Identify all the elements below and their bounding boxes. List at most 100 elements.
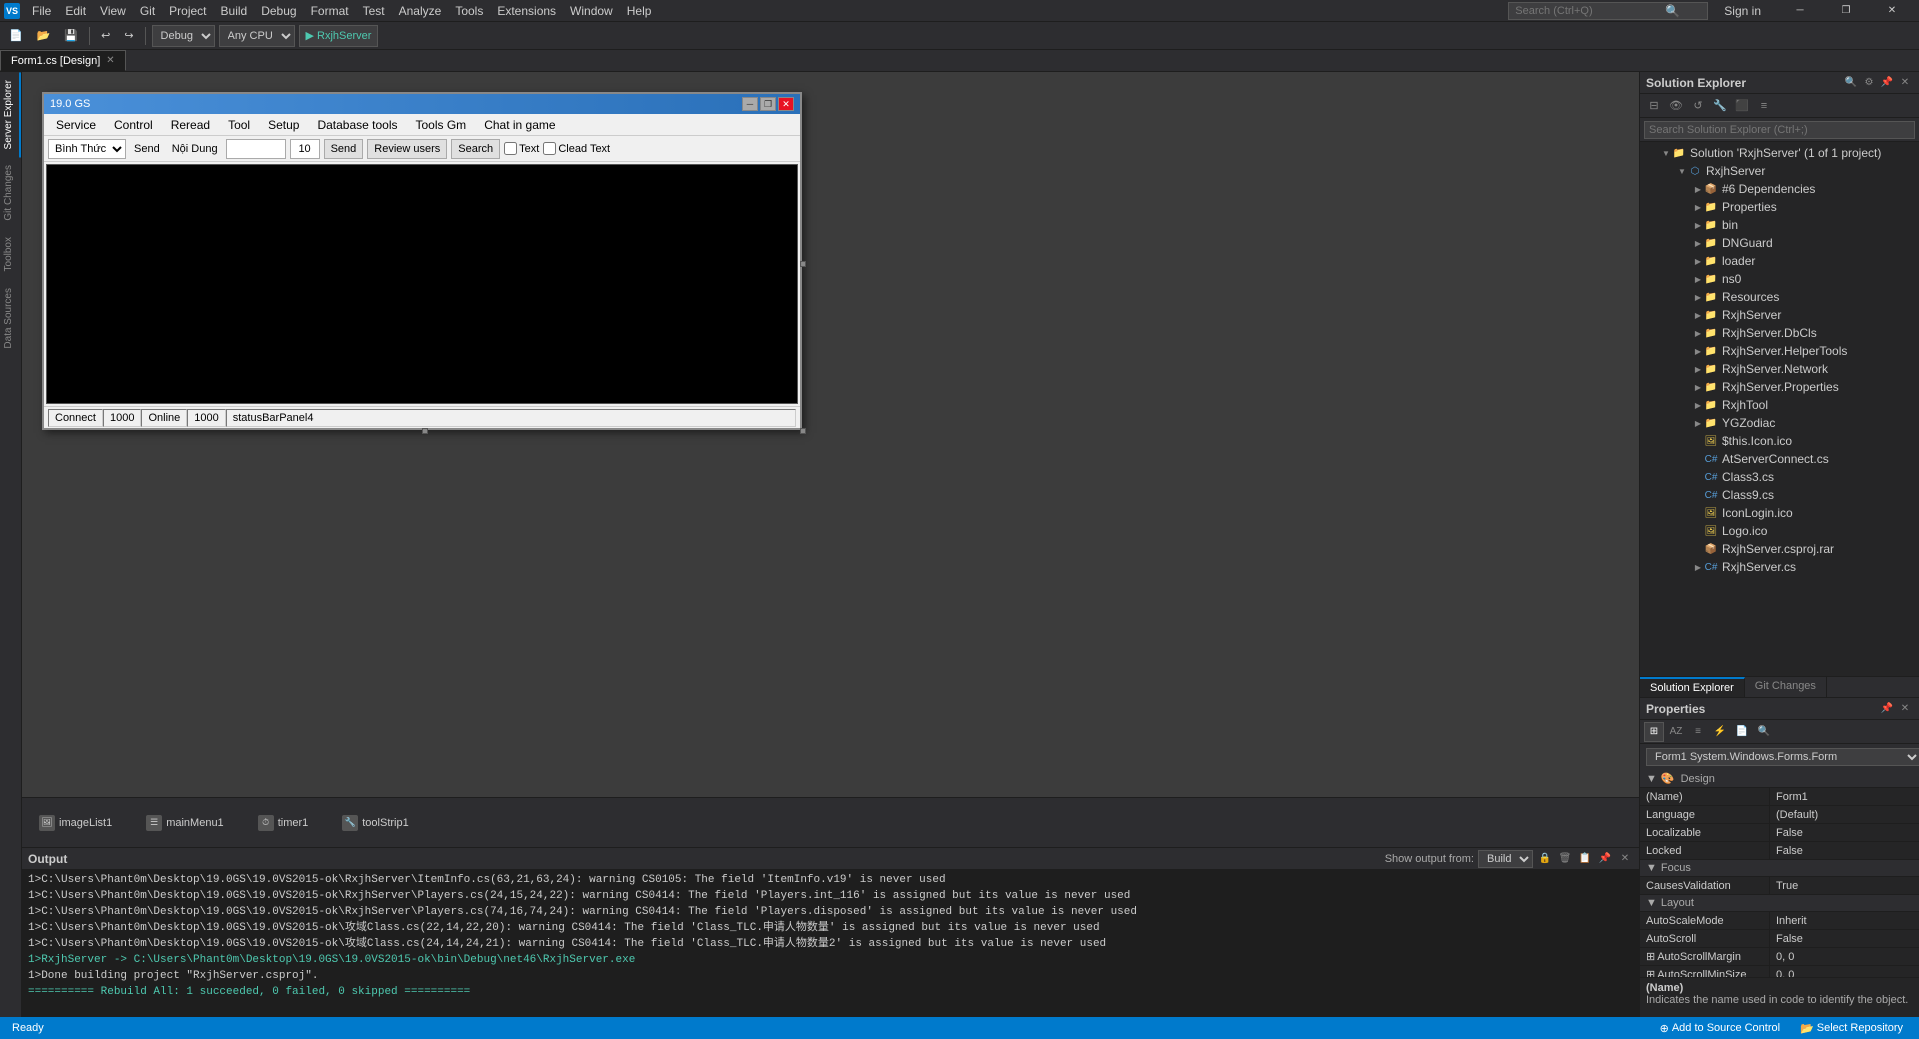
props-close-btn[interactable]: ✕ <box>1897 701 1913 717</box>
design-canvas[interactable]: 19.0 GS ─ ❐ ✕ Service Control Reread Too… <box>22 72 1639 797</box>
output-close-btn[interactable]: ✕ <box>1617 851 1633 867</box>
tree-item-class3[interactable]: C# Class3.cs <box>1640 468 1919 486</box>
tab-solution-explorer[interactable]: Solution Explorer <box>1640 677 1745 697</box>
tree-item-solution[interactable]: ▼ 📁 Solution 'RxjhServer' (1 of 1 projec… <box>1640 144 1919 162</box>
tree-item-bin[interactable]: ▶ 📁 bin <box>1640 216 1919 234</box>
form-menu-setup[interactable]: Setup <box>260 116 307 134</box>
sidebar-vtab-datasources[interactable]: Data Sources <box>0 280 21 357</box>
menu-test[interactable]: Test <box>357 2 391 20</box>
sol-refresh-btn[interactable]: ↺ <box>1688 96 1708 116</box>
prop-section-focus[interactable]: ▼ Focus <box>1640 860 1919 877</box>
output-scroll-lock-btn[interactable]: 🔒 <box>1537 851 1553 867</box>
prop-row-causesvalidation[interactable]: CausesValidation True <box>1640 877 1919 895</box>
tree-item-rxjhserver-folder[interactable]: ▶ 📁 RxjhServer <box>1640 306 1919 324</box>
global-search-input[interactable] <box>1515 5 1665 17</box>
sidebar-vtab-server-explorer[interactable]: Server Explorer <box>0 72 21 157</box>
sign-in-area[interactable]: Sign in <box>1718 4 1767 18</box>
minimize-button[interactable]: ─ <box>1777 0 1823 22</box>
form-minimize-btn[interactable]: ─ <box>742 97 758 111</box>
close-button[interactable]: ✕ <box>1869 0 1915 22</box>
tree-item-dependencies[interactable]: ▶ 📦 #6 Dependencies <box>1640 180 1919 198</box>
run-button[interactable]: ▶ RxjhServer <box>299 25 379 47</box>
text-checkbox[interactable] <box>504 142 517 155</box>
prop-row-autoscrollminsize[interactable]: ⊞ AutoScrollMinSize 0, 0 <box>1640 966 1919 977</box>
sidebar-vtab-toolbox[interactable]: Toolbox <box>0 229 21 279</box>
tree-item-logo[interactable]: 🖼 Logo.ico <box>1640 522 1919 540</box>
menu-project[interactable]: Project <box>163 2 212 20</box>
tree-item-rxjhserver-cs[interactable]: ▶ C# RxjhServer.cs <box>1640 558 1919 576</box>
form-close-btn[interactable]: ✕ <box>778 97 794 111</box>
solution-search-input[interactable] <box>1644 121 1915 139</box>
prop-row-autoscrollmargin[interactable]: ⊞ AutoScrollMargin 0, 0 <box>1640 948 1919 966</box>
tree-item-helpertools[interactable]: ▶ 📁 RxjhServer.HelperTools <box>1640 342 1919 360</box>
review-users-button[interactable]: Review users <box>367 139 447 159</box>
prop-alphabetical-btn[interactable]: AZ <box>1666 722 1686 742</box>
menu-tools[interactable]: Tools <box>449 2 489 20</box>
component-timer1[interactable]: ⏱ timer1 <box>251 810 316 836</box>
sol-pin-btn[interactable]: 📌 <box>1879 75 1895 91</box>
prop-row-localizable[interactable]: Localizable False <box>1640 824 1919 842</box>
output-copy-btn[interactable]: 📋 <box>1577 851 1593 867</box>
prop-section-layout[interactable]: ▼ Layout <box>1640 895 1919 912</box>
mode-select[interactable]: Bình Thức <box>48 139 126 159</box>
tree-item-class9[interactable]: C# Class9.cs <box>1640 486 1919 504</box>
prop-props-btn[interactable]: ≡ <box>1688 722 1708 742</box>
resize-handle-right[interactable] <box>800 261 806 267</box>
tab-git-changes[interactable]: Git Changes <box>1745 677 1827 697</box>
prop-categories-btn[interactable]: ⊞ <box>1644 722 1664 742</box>
form-menu-reread[interactable]: Reread <box>163 116 218 134</box>
sol-settings-btn[interactable]: ⚙ <box>1861 75 1877 91</box>
save-button[interactable]: 💾 <box>59 25 83 47</box>
count-input[interactable] <box>290 139 320 159</box>
select-repository-button[interactable]: 📂 Select Repository <box>1792 1017 1911 1039</box>
output-source-select[interactable]: Build <box>1478 850 1533 868</box>
tree-item-dnguard[interactable]: ▶ 📁 DNGuard <box>1640 234 1919 252</box>
sol-close-btn[interactable]: ✕ <box>1897 75 1913 91</box>
prop-row-autoscalemode[interactable]: AutoScaleMode Inherit <box>1640 912 1919 930</box>
tree-item-csproj-rar[interactable]: 📦 RxjhServer.csproj.rar <box>1640 540 1919 558</box>
prop-row-language[interactable]: Language (Default) <box>1640 806 1919 824</box>
menu-window[interactable]: Window <box>564 2 619 20</box>
form-menu-tools-gm[interactable]: Tools Gm <box>408 116 475 134</box>
tree-item-this-icon[interactable]: 🖼 $this.Icon.ico <box>1640 432 1919 450</box>
status-ready[interactable]: Ready <box>8 1022 48 1034</box>
tree-item-iconlogin[interactable]: 🖼 IconLogin.ico <box>1640 504 1919 522</box>
resize-handle-bottom[interactable] <box>422 428 428 434</box>
menu-git[interactable]: Git <box>134 2 161 20</box>
menu-edit[interactable]: Edit <box>59 2 92 20</box>
form-restore-btn[interactable]: ❐ <box>760 97 776 111</box>
active-tab[interactable]: Form1.cs [Design] ✕ <box>0 50 126 71</box>
prop-row-name[interactable]: (Name) Form1 <box>1640 788 1919 806</box>
tree-item-rxjhprops[interactable]: ▶ 📁 RxjhServer.Properties <box>1640 378 1919 396</box>
prop-row-autoscroll[interactable]: AutoScroll False <box>1640 930 1919 948</box>
form-menu-control[interactable]: Control <box>106 116 161 134</box>
tree-item-resources[interactable]: ▶ 📁 Resources <box>1640 288 1919 306</box>
open-button[interactable]: 📂 <box>32 25 56 47</box>
undo-button[interactable]: ↩ <box>96 25 115 47</box>
output-clear-btn[interactable]: 🗑 <box>1557 851 1573 867</box>
tree-item-atserverconnect[interactable]: C# AtServerConnect.cs <box>1640 450 1919 468</box>
component-imagelist1[interactable]: 🖼 imageList1 <box>32 810 119 836</box>
menu-view[interactable]: View <box>94 2 132 20</box>
tree-item-properties[interactable]: ▶ 📁 Properties <box>1640 198 1919 216</box>
sidebar-vtab-git[interactable]: Git Changes <box>0 157 21 229</box>
sol-show-all-btn[interactable]: 👁 <box>1666 96 1686 116</box>
form-content-panel[interactable] <box>46 164 798 404</box>
tree-item-network[interactable]: ▶ 📁 RxjhServer.Network <box>1640 360 1919 378</box>
sol-show-preview-btn[interactable]: ⬛ <box>1732 96 1752 116</box>
tree-item-rxjhserver[interactable]: ▼ ⬡ RxjhServer <box>1640 162 1919 180</box>
prop-events-btn[interactable]: ⚡ <box>1710 722 1730 742</box>
send-button[interactable]: Send <box>324 139 364 159</box>
debug-config-select[interactable]: Debug <box>152 25 215 47</box>
prop-proppage-btn[interactable]: 📄 <box>1732 722 1752 742</box>
tree-item-ns0[interactable]: ▶ 📁 ns0 <box>1640 270 1919 288</box>
form-menu-tool[interactable]: Tool <box>220 116 258 134</box>
output-pin-btn[interactable]: 📌 <box>1597 851 1613 867</box>
tree-item-rxjhtool[interactable]: ▶ 📁 RxjhTool <box>1640 396 1919 414</box>
menu-debug[interactable]: Debug <box>255 2 302 20</box>
menu-file[interactable]: File <box>26 2 57 20</box>
component-mainmenu1[interactable]: ☰ mainMenu1 <box>139 810 230 836</box>
noi-dung-input[interactable] <box>226 139 286 159</box>
menu-format[interactable]: Format <box>305 2 355 20</box>
sol-collapse-btn[interactable]: ⊟ <box>1644 96 1664 116</box>
